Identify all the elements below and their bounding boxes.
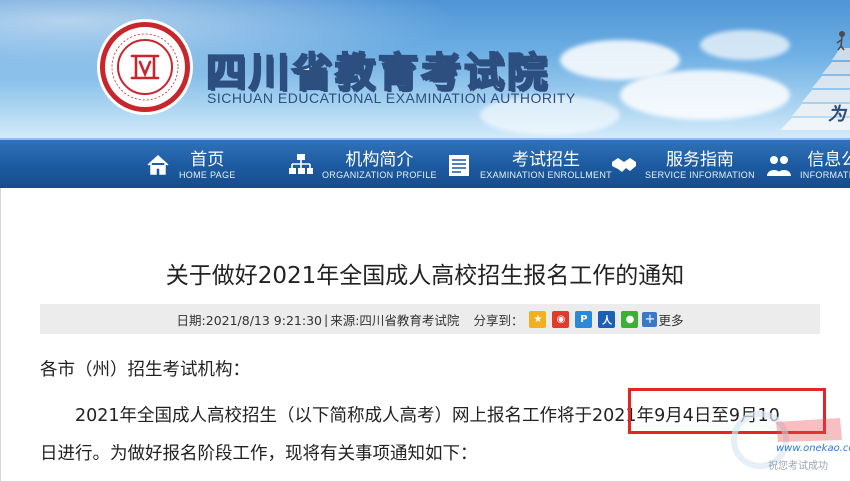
nav-item-label: 服务指南: [665, 149, 734, 170]
nav-item-sublabel: HOME PAGE: [179, 169, 236, 180]
handshake-icon: [612, 158, 636, 172]
document-list-icon: [449, 155, 469, 176]
seal-glyph-icon: [130, 54, 160, 80]
banner-slogan: 为: [828, 104, 846, 125]
seal-inner: [117, 39, 173, 95]
header-banner: 四川省教育考试院 SICHUAN EDUCATIONAL EXAMINATION…: [0, 0, 850, 140]
nav-item-label: 机构简介: [345, 149, 414, 170]
article-area: [0, 188, 850, 481]
nav-item-exam-enrollment[interactable]: 考试招生 EXAMINATION ENROLLMENT: [446, 140, 612, 190]
people-icon: [767, 156, 791, 176]
wechat-share-icon[interactable]: ●: [621, 310, 639, 328]
watermark-slogan: 祝您考试成功: [768, 461, 828, 472]
nav-item-sublabel: SERVICE INFORMATION: [645, 169, 755, 180]
nav-item-label: 首页: [190, 149, 225, 170]
qzone-share-icon[interactable]: ★: [529, 310, 547, 328]
org-chart-icon: [289, 154, 313, 174]
article-source: 来源:四川省教育考试院: [330, 312, 460, 328]
nav-item-sublabel: EXAMINATION ENROLLMENT: [480, 169, 612, 180]
article-title: 关于做好2021年全国成人高校招生报名工作的通知: [165, 263, 685, 289]
home-icon: [147, 154, 169, 175]
article-salutation: 各市（州）招生考试机构：: [40, 360, 250, 380]
article-body-line: 日进行。为做好报名阶段工作，现将有关事项通知如下：: [40, 444, 478, 464]
nav-item-sublabel: INFORMATION: [800, 169, 850, 180]
weibo-share-icon[interactable]: ◉: [552, 310, 570, 328]
nav-item-sublabel: ORGANIZATION PROFILE: [322, 169, 437, 180]
share-label: 分享到：: [473, 312, 524, 328]
tencent-weibo-share-icon[interactable]: P: [575, 310, 593, 328]
site-logo[interactable]: [100, 22, 190, 112]
plus-icon: +: [642, 311, 658, 327]
article-meta-bar: 日期:2021/8/13 9:21:30 | 来源:四川省教育考试院 分享到： …: [40, 304, 820, 334]
renren-share-icon[interactable]: 人: [598, 310, 616, 328]
watermark-url: www.onekao.com: [776, 443, 850, 454]
share-more-label: 更多: [658, 312, 684, 328]
nav-item-organization[interactable]: 机构简介 ORGANIZATION PROFILE: [288, 140, 437, 190]
site-subtitle: SICHUAN EDUCATIONAL EXAMINATION AUTHORIT…: [207, 90, 576, 106]
share-more-button[interactable]: + 更多: [642, 310, 683, 329]
nav-item-information[interactable]: 信息公 INFORMATION: [766, 140, 850, 190]
meta-separator: |: [324, 311, 329, 327]
article-date: 日期:2021/8/13 9:21:30: [176, 312, 322, 328]
nav-item-label: 信息公: [807, 149, 850, 170]
nav-item-home[interactable]: 首页 HOME PAGE: [145, 140, 236, 190]
main-nav: 首页 HOME PAGE 机构简介 ORGANIZATION PROFILE 考…: [0, 138, 850, 188]
nav-item-service-guide[interactable]: 服务指南 SERVICE INFORMATION: [611, 140, 755, 190]
nav-item-label: 考试招生: [511, 149, 580, 170]
